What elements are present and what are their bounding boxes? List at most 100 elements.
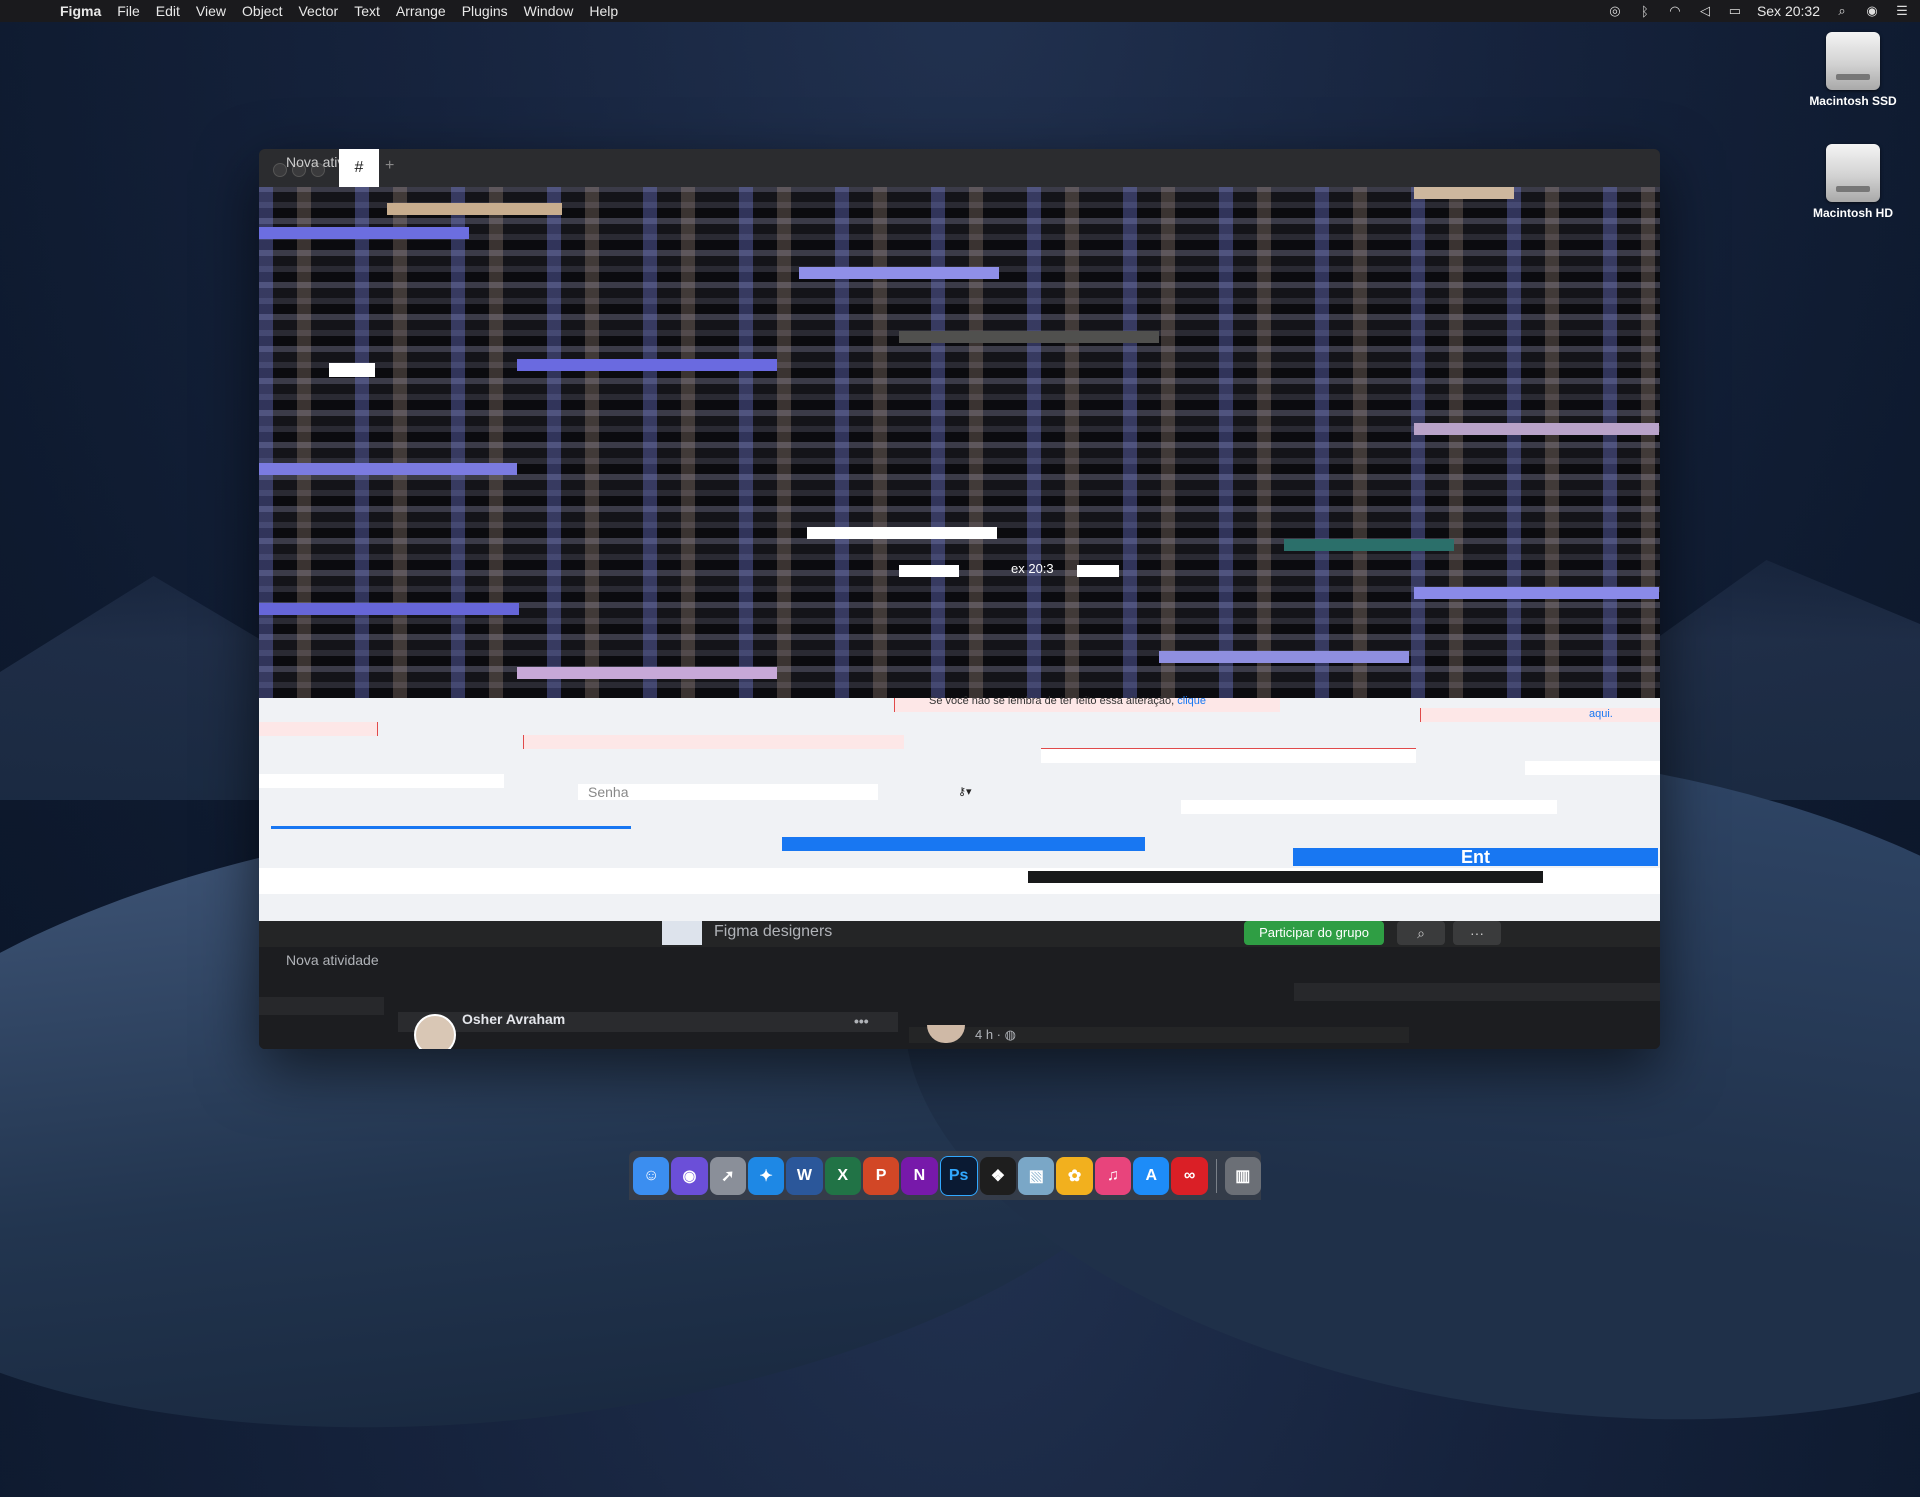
battery-icon[interactable]: ▭ xyxy=(1727,3,1743,18)
window-titlebar: Nova atividade # + xyxy=(259,149,1660,187)
menu-window[interactable]: Window xyxy=(516,0,582,22)
new-tab-icon[interactable]: + xyxy=(385,157,394,175)
dock-finder-icon[interactable]: ☺ xyxy=(633,1156,670,1195)
right-card-fragment xyxy=(1294,983,1660,1001)
button-fragment xyxy=(271,826,631,829)
input-strip xyxy=(1041,748,1416,763)
glitch-block xyxy=(1414,187,1514,199)
menu-help[interactable]: Help xyxy=(581,0,626,22)
post-more-icon[interactable]: ••• xyxy=(854,1013,869,1029)
wifi-icon[interactable]: ◠ xyxy=(1667,3,1683,18)
error-input-strip xyxy=(259,722,378,736)
drive-label: Macintosh HD xyxy=(1812,206,1893,220)
search-icon[interactable]: ⌕ xyxy=(1397,921,1445,945)
dock-separator xyxy=(1215,1158,1217,1193)
bluetooth-icon[interactable]: ᛒ xyxy=(1637,4,1653,19)
dock-trash-icon[interactable]: ▥ xyxy=(1224,1156,1261,1195)
siri-icon[interactable]: ◉ xyxy=(1864,3,1880,18)
password-input[interactable]: Senha xyxy=(578,784,878,800)
login-button[interactable]: Ent xyxy=(1293,848,1658,866)
menu-app-name[interactable]: Figma xyxy=(52,0,109,22)
menu-view[interactable]: View xyxy=(188,0,234,22)
glitch-block xyxy=(899,565,959,577)
glitch-block xyxy=(259,603,519,615)
glitch-block xyxy=(517,359,777,371)
dock-safari-icon[interactable]: ✦ xyxy=(747,1156,785,1195)
notification-center-icon[interactable]: ☰ xyxy=(1894,3,1910,18)
volume-icon[interactable]: ◁ xyxy=(1697,3,1713,18)
feed-section: Nova atividade Osher Avraham ••• 4 h · ◍ xyxy=(259,947,1660,1049)
glitch-block xyxy=(329,363,375,377)
desktop-drive-ssd[interactable]: Macintosh SSD xyxy=(1798,32,1908,108)
dock-excel-icon[interactable]: X xyxy=(824,1156,861,1195)
error-input-strip xyxy=(523,735,904,749)
glitch-block xyxy=(259,227,469,239)
post-time: 4 h · ◍ xyxy=(975,1027,1016,1042)
hard-drive-icon xyxy=(1826,144,1880,202)
glitched-canvas: ex 20:3 xyxy=(259,187,1660,698)
dark-strip xyxy=(1028,871,1543,883)
close-window-button[interactable] xyxy=(273,163,287,177)
dock-figma-icon[interactable]: ❖ xyxy=(979,1156,1017,1195)
dock-powerpoint-icon[interactable]: P xyxy=(862,1156,900,1195)
group-thumbnail xyxy=(662,921,702,945)
input-strip xyxy=(1525,761,1660,775)
spotlight-search-icon[interactable]: ⌕ xyxy=(1834,3,1850,18)
dock-preview-icon[interactable]: ▧ xyxy=(1018,1156,1055,1195)
warning-strip xyxy=(1420,708,1660,722)
menu-clock[interactable]: Sex 20:32 xyxy=(1757,3,1820,19)
feed-section-title: Nova atividade xyxy=(286,952,379,968)
dock-photos-icon[interactable]: ✿ xyxy=(1056,1156,1093,1195)
glitch-block xyxy=(799,267,999,279)
dock-siri-icon[interactable]: ◉ xyxy=(671,1156,708,1195)
dock-itunes-icon[interactable]: ♫ xyxy=(1094,1156,1132,1195)
figma-home-tab-icon[interactable]: # xyxy=(339,149,379,187)
group-title[interactable]: Figma designers xyxy=(714,923,832,941)
glitch-block xyxy=(1284,539,1454,551)
dock-photoshop-icon[interactable]: Ps xyxy=(939,1155,978,1196)
login-button-fragment[interactable] xyxy=(782,837,1145,851)
sidebar-fragment xyxy=(259,997,384,1015)
glitch-block xyxy=(1159,651,1409,663)
dock-creative-cloud-icon[interactable]: ∞ xyxy=(1171,1156,1208,1195)
glitch-block xyxy=(807,527,997,539)
glitched-clock-fragment: ex 20:3 xyxy=(1011,561,1054,576)
menu-object[interactable]: Object xyxy=(234,0,290,22)
hard-drive-icon xyxy=(1826,32,1880,90)
glitch-block xyxy=(259,463,517,475)
join-group-button[interactable]: Participar do grupo xyxy=(1244,921,1384,945)
group-header-fragment: Figma designers Participar do grupo ⌕ ··… xyxy=(259,921,1660,947)
menu-vector[interactable]: Vector xyxy=(290,0,346,22)
drive-label: Macintosh SSD xyxy=(1809,94,1897,108)
glitch-block xyxy=(517,667,777,679)
input-strip xyxy=(259,774,504,788)
dock-launchpad-icon[interactable]: ➚ xyxy=(709,1156,746,1195)
more-options-icon[interactable]: ··· xyxy=(1453,921,1501,945)
key-icon[interactable]: ⚷▾ xyxy=(958,785,972,798)
menu-arrange[interactable]: Arrange xyxy=(388,0,454,22)
login-form-fragment: Se você não se lembra de ter feito essa … xyxy=(259,695,1660,921)
glitch-block xyxy=(1077,565,1119,577)
dock: ☺ ◉ ➚ ✦ W X P N Ps ❖ ▧ ✿ ♫ A ∞ ▥ xyxy=(629,1151,1261,1200)
desktop-drive-hd[interactable]: Macintosh HD xyxy=(1798,144,1908,220)
glitch-block xyxy=(1414,423,1659,435)
globe-icon: ◍ xyxy=(1004,1027,1016,1042)
glitch-block xyxy=(387,203,562,215)
aqui-link[interactable]: aqui. xyxy=(1589,708,1613,720)
figma-window: Nova atividade # + ex 20:3 Se você não s… xyxy=(259,149,1660,1049)
menu-text[interactable]: Text xyxy=(346,0,388,22)
dock-onenote-icon[interactable]: N xyxy=(901,1156,938,1195)
menu-bar: Figma File Edit View Object Vector Text … xyxy=(0,0,1920,22)
dock-word-icon[interactable]: W xyxy=(786,1156,823,1195)
menu-plugins[interactable]: Plugins xyxy=(454,0,516,22)
post-author[interactable]: Osher Avraham xyxy=(462,1011,565,1027)
warning-link[interactable]: clique xyxy=(1177,695,1206,707)
menu-edit[interactable]: Edit xyxy=(148,0,188,22)
menu-file[interactable]: File xyxy=(109,0,148,22)
avatar[interactable] xyxy=(414,1014,456,1049)
glitch-block xyxy=(1414,587,1659,599)
warning-text: Se você não se lembra de ter feito essa … xyxy=(929,695,1207,707)
creative-cloud-status-icon[interactable]: ◎ xyxy=(1607,3,1623,18)
dock-app-store-icon[interactable]: A xyxy=(1133,1156,1170,1195)
input-strip xyxy=(1181,800,1557,814)
